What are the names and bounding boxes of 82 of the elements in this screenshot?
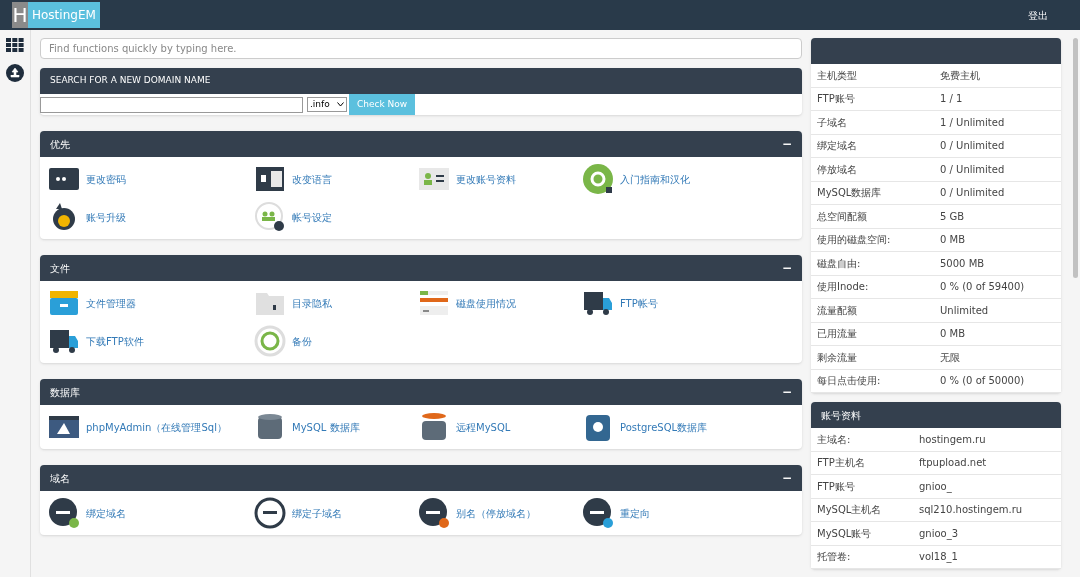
info-label: 子域名 — [817, 115, 848, 130]
feature-link[interactable]: 文件管理器 — [48, 287, 254, 319]
info-value: 0 / Unlimited — [940, 162, 1005, 177]
feature-link[interactable]: 更改密码 — [48, 163, 254, 195]
feature-link[interactable]: 远程MySQL — [418, 411, 582, 443]
domain-input[interactable] — [40, 96, 303, 113]
info-label: 磁盘自由: — [817, 256, 862, 271]
logo[interactable]: H HostingEM — [12, 2, 100, 28]
feature-link[interactable]: 更改账号资料 — [418, 163, 582, 195]
info-label: 主域名: — [817, 432, 852, 447]
info-value: 0 % (0 of 50000) — [940, 374, 1025, 389]
upload-icon[interactable] — [6, 64, 24, 82]
info-label: FTP主机名 — [817, 456, 866, 471]
feature-link[interactable]: phpMyAdmin（在线管理Sql） — [48, 411, 254, 443]
feature-link[interactable]: 别名（停放域名） — [418, 497, 582, 529]
info-value: 0 MB — [940, 327, 966, 342]
info-label: 剩余流量 — [817, 350, 858, 365]
info-label: 停放域名 — [817, 162, 858, 177]
info-value: hostingem.ru — [919, 432, 986, 447]
grid-icon[interactable] — [6, 38, 24, 52]
info-label: 总空间配额 — [817, 209, 868, 224]
feature-link[interactable]: 帐号设定 — [254, 201, 418, 233]
info-value: 0 % (0 of 59400) — [940, 280, 1025, 295]
info-value: 5 GB — [940, 209, 965, 224]
collapse-button[interactable]: − — [781, 469, 792, 487]
feature-link[interactable]: 入门指南和汉化 — [582, 163, 746, 195]
collapse-button[interactable]: − — [781, 383, 792, 401]
section-title: 文件 — [50, 261, 70, 276]
info-value: sql210.hostingem.ru — [919, 503, 1023, 518]
info-label: FTP账号 — [817, 479, 856, 494]
feature-link[interactable]: 备份 — [254, 325, 418, 357]
info-value: gnioo_3 — [919, 526, 959, 541]
info-label: 已用流量 — [817, 327, 858, 342]
feature-link[interactable]: 改变语言 — [254, 163, 418, 195]
info-label: MySQL数据库 — [817, 186, 883, 201]
info-label: 每日点击使用: — [817, 374, 882, 389]
info-value: 0 / Unlimited — [940, 186, 1005, 201]
info-value: 1 / 1 — [940, 92, 963, 107]
panel-title: SEARCH FOR A NEW DOMAIN NAME — [50, 74, 211, 88]
feature-link[interactable]: MySQL 数据库 — [254, 411, 418, 443]
feature-link[interactable]: 绑定域名 — [48, 497, 254, 529]
info-label: MySQL主机名 — [817, 503, 883, 518]
users-icon — [254, 201, 286, 233]
feature-link[interactable]: 绑定子域名 — [254, 497, 418, 529]
info-label: 托管卷: — [817, 550, 852, 565]
info-value: 无限 — [940, 350, 960, 365]
section-title: 数据库 — [50, 385, 80, 400]
logout-link[interactable]: 登出 — [1028, 7, 1048, 23]
feature-link[interactable]: FTP帐号 — [582, 287, 746, 319]
collapse-button[interactable]: − — [781, 135, 792, 153]
search-field[interactable]: Find functions quickly by typing here. — [40, 38, 802, 59]
info-value: 免费主机 — [940, 68, 980, 83]
info-value: 0 MB — [940, 233, 966, 248]
info-value: 5000 MB — [940, 256, 985, 271]
feature-link[interactable]: 磁盘使用情况 — [418, 287, 582, 319]
info-value: vol18_1 — [919, 550, 958, 565]
chevron-down-icon — [337, 102, 344, 107]
info-value: 1 / Unlimited — [940, 115, 1005, 130]
info-value: ftpupload.net — [919, 456, 987, 471]
collapse-button[interactable]: − — [781, 259, 792, 277]
info-label: 流量配额 — [817, 303, 858, 318]
info-value: Unlimited — [940, 303, 989, 318]
info-label: FTP账号 — [817, 92, 856, 107]
logo-letter: H — [12, 2, 28, 28]
info-label: 使用的磁盘空间: — [817, 233, 892, 248]
section-title: 优先 — [50, 137, 70, 152]
logo-text: HostingEM — [31, 7, 97, 24]
info-label: 使用Inode: — [817, 280, 870, 295]
scrollbar-thumb[interactable] — [1073, 38, 1078, 278]
feature-link[interactable]: 重定向 — [582, 497, 746, 529]
panel-title: 账号资料 — [821, 408, 861, 423]
info-value: 0 / Unlimited — [940, 139, 1005, 154]
feature-link[interactable]: 账号升级 — [48, 201, 254, 233]
info-value: gnioo_ — [919, 479, 952, 494]
feature-link[interactable]: 目录隐私 — [254, 287, 418, 319]
feature-link[interactable]: 下载FTP软件 — [48, 325, 254, 357]
tld-select[interactable]: .info — [307, 97, 347, 112]
info-label: MySQL账号 — [817, 526, 873, 541]
info-label: 主机类型 — [817, 68, 858, 83]
feature-link[interactable]: PostgreSQL数据库 — [582, 411, 746, 443]
section-title: 域名 — [50, 471, 70, 486]
info-label: 绑定域名 — [817, 139, 858, 154]
